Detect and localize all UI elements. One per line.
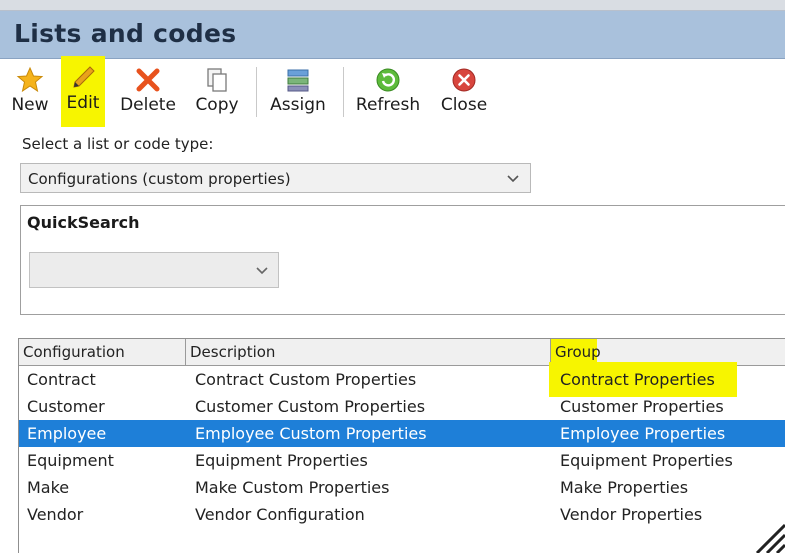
- edit-label: Edit: [66, 93, 100, 113]
- cell-group: Vendor Properties: [560, 505, 703, 524]
- close-circle-icon: [452, 68, 476, 92]
- table-row[interactable]: Customer Customer Custom Properties Custom…: [19, 393, 785, 420]
- cell-configuration: Make: [27, 478, 70, 497]
- configurations-grid: Configuration Description Group Contract…: [18, 338, 785, 553]
- delete-label: Delete: [120, 95, 176, 115]
- cell-description: Contract Custom Properties: [195, 370, 417, 389]
- toolbar-separator: [343, 67, 344, 117]
- refresh-icon: [376, 68, 400, 92]
- toolbar-separator: [256, 67, 257, 117]
- cell-configuration: Contract: [27, 370, 96, 389]
- cell-configuration: Vendor: [27, 505, 84, 524]
- new-button[interactable]: New: [6, 61, 54, 121]
- edit-button[interactable]: Edit: [61, 56, 105, 127]
- new-label: New: [11, 95, 49, 115]
- column-header-configuration[interactable]: Configuration: [19, 339, 186, 365]
- chevron-down-icon: [507, 175, 519, 183]
- chevron-down-icon: [256, 267, 268, 275]
- toolbar: New Edit Delete Copy Assign Refresh Clos…: [0, 56, 785, 127]
- list-type-value: Configurations (custom properties): [28, 170, 291, 188]
- cell-description: Equipment Properties: [195, 451, 368, 470]
- list-type-dropdown[interactable]: Configurations (custom properties): [20, 163, 531, 193]
- delete-button[interactable]: Delete: [117, 61, 179, 121]
- copy-icon: [207, 68, 227, 92]
- cell-group: Customer Properties: [560, 397, 724, 416]
- assign-label: Assign: [270, 95, 326, 115]
- cell-configuration: Equipment: [27, 451, 114, 470]
- close-label: Close: [440, 95, 488, 115]
- table-row[interactable]: Employee Employee Custom Properties Employ…: [19, 420, 785, 447]
- window-top-strip: [0, 0, 785, 11]
- cell-description: Make Custom Properties: [195, 478, 390, 497]
- refresh-label: Refresh: [355, 95, 421, 115]
- table-row[interactable]: Vendor Vendor Configuration Vendor Propert…: [19, 501, 785, 528]
- cell-group: Make Properties: [560, 478, 689, 497]
- column-header-group-label: Group: [555, 343, 601, 361]
- table-row[interactable]: Contract Contract Custom Properties Contra…: [19, 362, 785, 397]
- copy-button[interactable]: Copy: [190, 61, 244, 121]
- close-button[interactable]: Close: [434, 61, 494, 121]
- copy-label: Copy: [195, 95, 239, 115]
- cell-group: Equipment Properties: [560, 451, 733, 470]
- cell-configuration: Employee: [27, 424, 107, 443]
- cell-group: Contract Properties: [560, 370, 715, 389]
- cell-description: Customer Custom Properties: [195, 397, 426, 416]
- refresh-button[interactable]: Refresh: [351, 61, 425, 121]
- pencil-icon: [73, 66, 95, 88]
- cell-description: Employee Custom Properties: [195, 424, 427, 443]
- table-row[interactable]: Make Make Custom Properties Make Propertie…: [19, 474, 785, 501]
- cell-description: Vendor Configuration: [195, 505, 365, 524]
- quicksearch-panel: QuickSearch: [20, 205, 785, 315]
- column-header-description[interactable]: Description: [186, 339, 551, 365]
- title-bar: Lists and codes: [0, 11, 785, 59]
- list-type-label: Select a list or code type:: [22, 135, 214, 153]
- resize-grip-icon[interactable]: [749, 523, 785, 553]
- table-row[interactable]: Equipment Equipment Properties Equipment P…: [19, 447, 785, 474]
- assign-button[interactable]: Assign: [264, 61, 332, 121]
- quicksearch-title: QuickSearch: [27, 213, 140, 232]
- cell-configuration: Customer: [27, 397, 105, 416]
- window-title: Lists and codes: [14, 19, 237, 48]
- cell-group: Employee Properties: [560, 424, 726, 443]
- star-icon: [16, 66, 44, 93]
- assign-icon: [287, 69, 309, 92]
- x-icon: [136, 68, 160, 92]
- quicksearch-dropdown[interactable]: [29, 252, 279, 288]
